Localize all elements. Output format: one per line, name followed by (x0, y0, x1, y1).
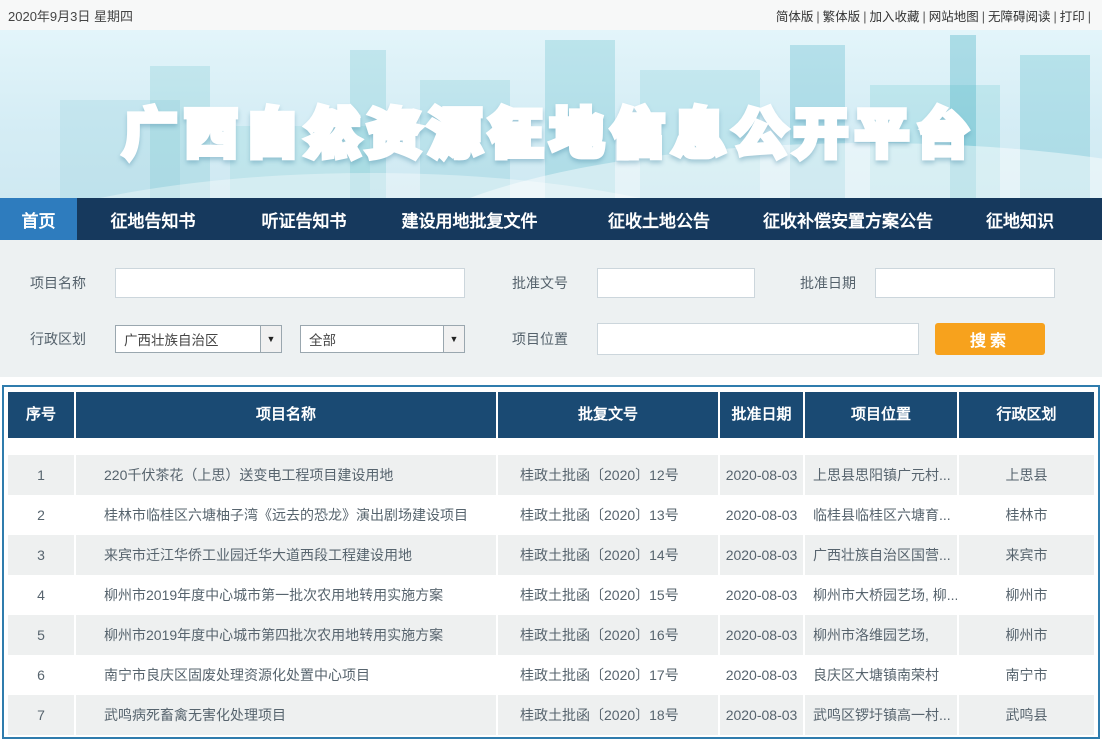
header-index: 序号 (8, 392, 74, 438)
row-approval-doc: 桂政土批函〔2020〕16号 (498, 615, 718, 655)
row-index: 7 (8, 695, 74, 735)
search-panel: 项目名称 批准文号 批准日期 行政区划 广西壮族自治区 ▼ 全部 ▼ 项目位置 … (0, 240, 1102, 377)
row-project-name[interactable]: 柳州市2019年度中心城市第四批次农用地转用实施方案 (76, 615, 496, 655)
row-index: 2 (8, 495, 74, 535)
table-row[interactable]: 7 武鸣病死畜禽无害化处理项目 桂政土批函〔2020〕18号 2020-08-0… (8, 695, 1094, 735)
table-row[interactable]: 2 桂林市临桂区六塘柚子湾《远去的恐龙》演出剧场建设项目 桂政土批函〔2020〕… (8, 495, 1094, 535)
chevron-down-icon: ▼ (443, 326, 464, 352)
row-project-name[interactable]: 南宁市良庆区固废处理资源化处置中心项目 (76, 655, 496, 695)
site-title: 广西自然资源征地信息公开平台 (0, 92, 1102, 167)
row-project-name[interactable]: 来宾市迁江华侨工业园迁华大道西段工程建设用地 (76, 535, 496, 575)
row-approval-doc: 桂政土批函〔2020〕17号 (498, 655, 718, 695)
nav-item-land-announcement[interactable]: 征收土地公告 (560, 198, 758, 240)
row-region: 柳州市 (959, 575, 1094, 615)
nav-item-land-approval-docs[interactable]: 建设用地批复文件 (379, 198, 560, 240)
row-project-name[interactable]: 柳州市2019年度中心城市第一批次农用地转用实施方案 (76, 575, 496, 615)
row-approval-date: 2020-08-03 (720, 655, 803, 695)
chevron-down-icon: ▼ (260, 326, 281, 352)
link-sitemap[interactable]: 网站地图 (929, 6, 988, 25)
row-location: 武鸣区锣圩镇高一村... (805, 695, 957, 735)
approval-no-input[interactable] (597, 268, 755, 298)
row-region: 上思县 (959, 455, 1094, 495)
site-banner: 广西自然资源征地信息公开平台 (0, 30, 1102, 198)
nav-item-expropriation-knowledge[interactable]: 征地知识 (938, 198, 1102, 240)
region-select-province[interactable]: 广西壮族自治区 ▼ (115, 325, 282, 353)
row-approval-doc: 桂政土批函〔2020〕14号 (498, 535, 718, 575)
row-index: 4 (8, 575, 74, 615)
project-location-input[interactable] (597, 323, 919, 355)
nav-item-expropriation-notice[interactable]: 征地告知书 (77, 198, 229, 240)
row-approval-doc: 桂政土批函〔2020〕15号 (498, 575, 718, 615)
row-index: 6 (8, 655, 74, 695)
row-project-name[interactable]: 武鸣病死畜禽无害化处理项目 (76, 695, 496, 735)
row-region: 武鸣县 (959, 695, 1094, 735)
project-location-label: 项目位置 (512, 324, 568, 354)
project-name-label: 项目名称 (30, 268, 86, 298)
table-row[interactable]: 1 220千伏茶花（上思）送变电工程项目建设用地 桂政土批函〔2020〕12号 … (8, 455, 1094, 495)
row-approval-doc: 桂政土批函〔2020〕18号 (498, 695, 718, 735)
row-region: 南宁市 (959, 655, 1094, 695)
region-select-city[interactable]: 全部 ▼ (300, 325, 465, 353)
row-approval-doc: 桂政土批函〔2020〕13号 (498, 495, 718, 535)
row-location: 临桂县临桂区六塘育... (805, 495, 957, 535)
row-approval-date: 2020-08-03 (720, 575, 803, 615)
nav-item-home[interactable]: 首页 (0, 198, 77, 240)
table-row[interactable]: 3 来宾市迁江华侨工业园迁华大道西段工程建设用地 桂政土批函〔2020〕14号 … (8, 535, 1094, 575)
table-row[interactable]: 5 柳州市2019年度中心城市第四批次农用地转用实施方案 桂政土批函〔2020〕… (8, 615, 1094, 655)
table-row[interactable]: 4 柳州市2019年度中心城市第一批次农用地转用实施方案 桂政土批函〔2020〕… (8, 575, 1094, 615)
row-location: 上思县思阳镇广元村... (805, 455, 957, 495)
row-index: 5 (8, 615, 74, 655)
header-approval-date: 批准日期 (720, 392, 803, 438)
row-approval-doc: 桂政土批函〔2020〕12号 (498, 455, 718, 495)
row-approval-date: 2020-08-03 (720, 615, 803, 655)
row-approval-date: 2020-08-03 (720, 535, 803, 575)
row-location: 良庆区大塘镇南荣村 (805, 655, 957, 695)
nav-item-compensation-plan[interactable]: 征收补偿安置方案公告 (758, 198, 938, 240)
table-header-row: 序号 项目名称 批复文号 批准日期 项目位置 行政区划 (8, 392, 1094, 438)
row-approval-date: 2020-08-03 (720, 495, 803, 535)
header-approval-doc: 批复文号 (498, 392, 718, 438)
approval-no-label: 批准文号 (512, 268, 568, 298)
link-traditional-chinese[interactable]: 繁体版 (823, 6, 870, 25)
row-index: 1 (8, 455, 74, 495)
header-project-name: 项目名称 (76, 392, 496, 438)
row-index: 3 (8, 535, 74, 575)
nav-item-hearing-notice[interactable]: 听证告知书 (229, 198, 379, 240)
main-nav: 首页 征地告知书 听证告知书 建设用地批复文件 征收土地公告 征收补偿安置方案公… (0, 198, 1102, 240)
row-region: 来宾市 (959, 535, 1094, 575)
header-region: 行政区划 (959, 392, 1094, 438)
link-print[interactable]: 打印 (1060, 6, 1094, 25)
link-add-favorite[interactable]: 加入收藏 (869, 6, 928, 25)
header-location: 项目位置 (805, 392, 957, 438)
current-date: 2020年9月3日 星期四 (8, 6, 133, 25)
approval-date-label: 批准日期 (800, 268, 856, 298)
link-accessibility[interactable]: 无障碍阅读 (988, 6, 1060, 25)
approval-date-input[interactable] (875, 268, 1055, 298)
results-table: 序号 项目名称 批复文号 批准日期 项目位置 行政区划 1 220千伏茶花（上思… (2, 385, 1100, 739)
row-region: 柳州市 (959, 615, 1094, 655)
search-button[interactable]: 搜索 (935, 323, 1045, 355)
row-location: 柳州市大桥园艺场, 柳... (805, 575, 957, 615)
row-project-name[interactable]: 桂林市临桂区六塘柚子湾《远去的恐龙》演出剧场建设项目 (76, 495, 496, 535)
admin-region-label: 行政区划 (30, 324, 86, 354)
utility-links: 简体版 繁体版 加入收藏 网站地图 无障碍阅读 打印 (776, 6, 1094, 25)
project-name-input[interactable] (115, 268, 465, 298)
table-spacer (8, 438, 1094, 455)
row-project-name[interactable]: 220千伏茶花（上思）送变电工程项目建设用地 (76, 455, 496, 495)
row-location: 广西壮族自治区国营... (805, 535, 957, 575)
row-location: 柳州市洛维园艺场, (805, 615, 957, 655)
table-row[interactable]: 6 南宁市良庆区固废处理资源化处置中心项目 桂政土批函〔2020〕17号 202… (8, 655, 1094, 695)
link-simplified-chinese[interactable]: 简体版 (776, 6, 823, 25)
row-region: 桂林市 (959, 495, 1094, 535)
row-approval-date: 2020-08-03 (720, 695, 803, 735)
top-utility-bar: 2020年9月3日 星期四 简体版 繁体版 加入收藏 网站地图 无障碍阅读 打印 (0, 0, 1102, 30)
row-approval-date: 2020-08-03 (720, 455, 803, 495)
